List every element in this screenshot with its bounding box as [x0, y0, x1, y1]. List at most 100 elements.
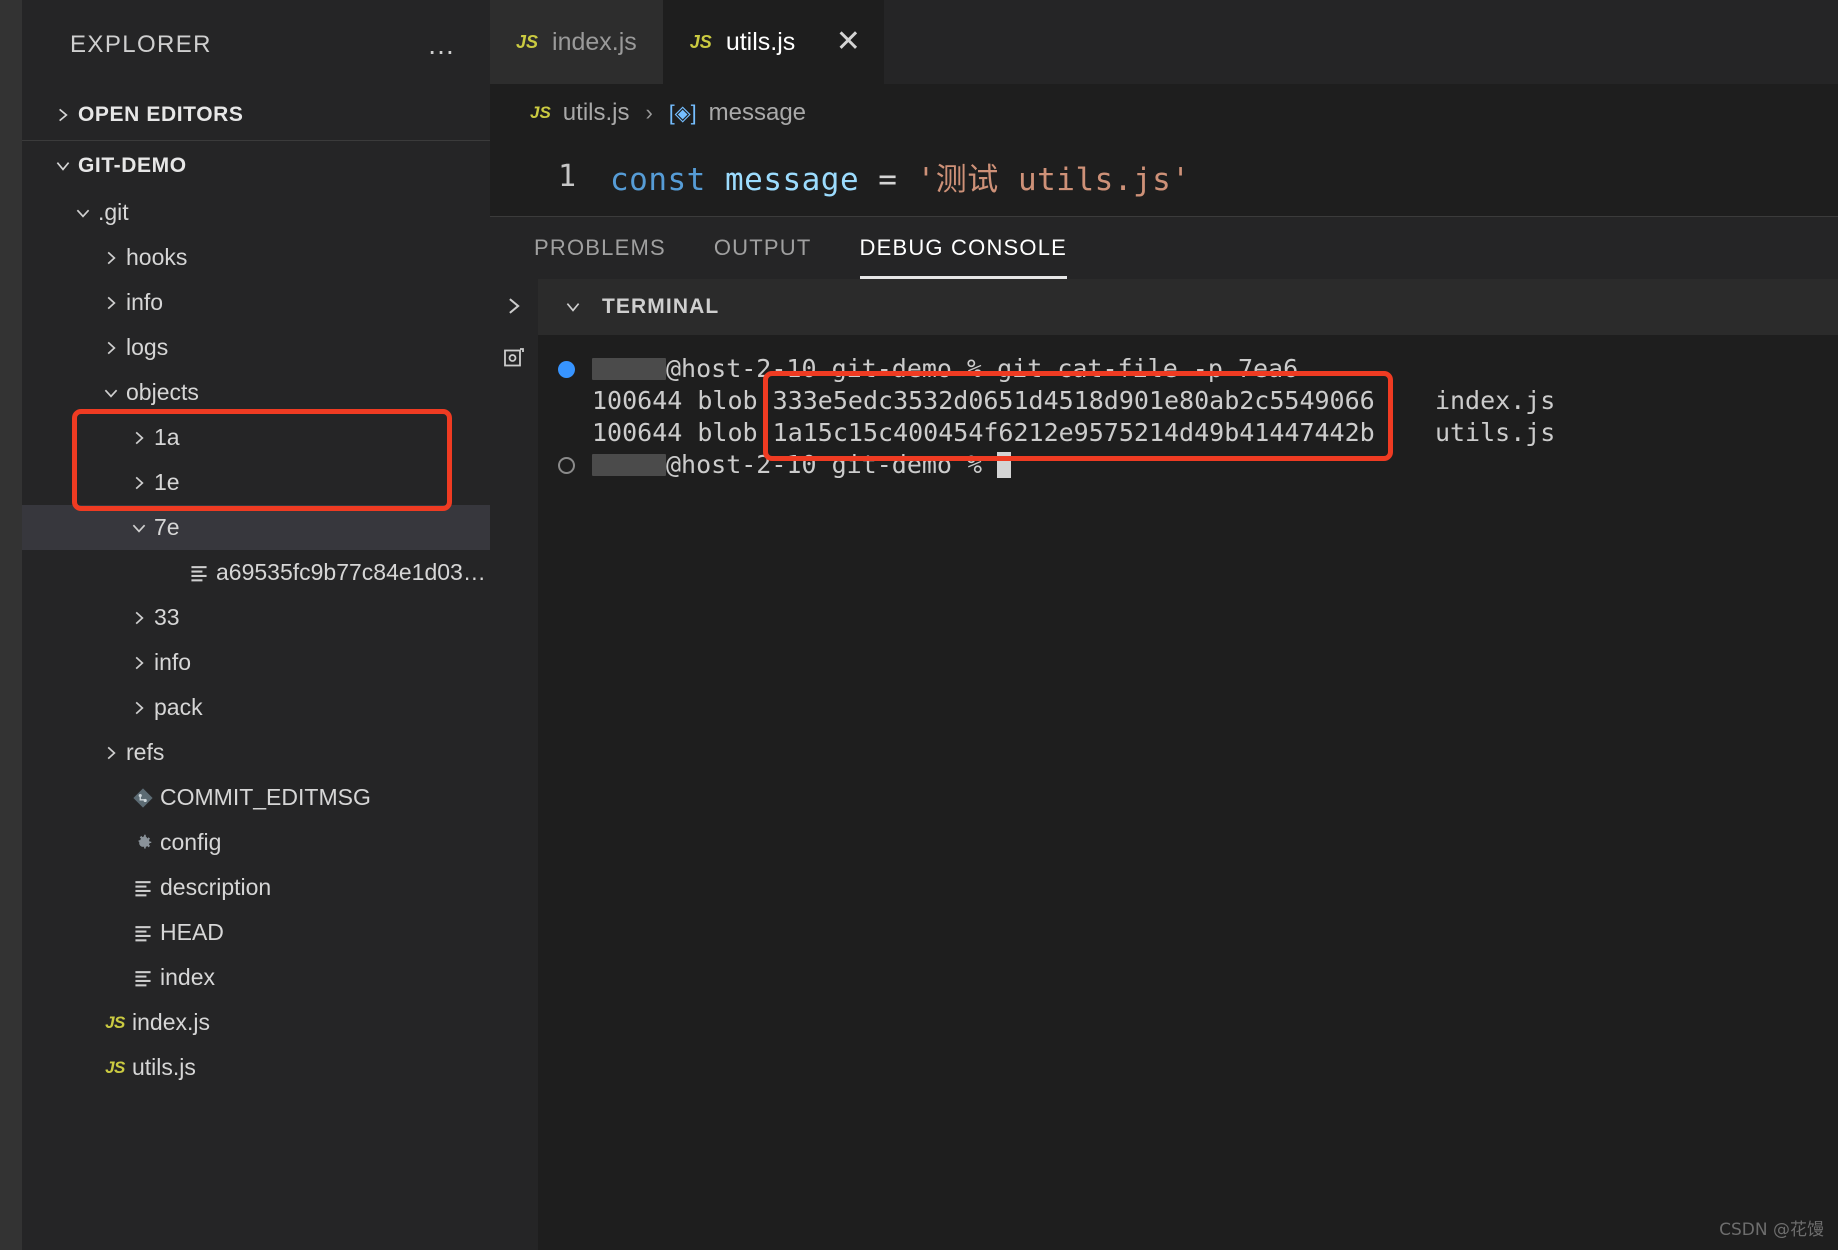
tab-label: utils.js [725, 27, 796, 56]
tree-item-label: HEAD [160, 919, 224, 945]
tree-item-33[interactable]: 33 [22, 595, 490, 640]
git-file-icon [126, 787, 160, 809]
bottom-panel: PROBLEMS OUTPUT DEBUG CONSOLE TERMINAL @… [490, 216, 1838, 1250]
terminal-gutter [490, 279, 538, 1250]
tree-item-index[interactable]: index [22, 955, 490, 1000]
chevron-right-icon [48, 106, 78, 124]
panel-tab-debug-console[interactable]: DEBUG CONSOLE [859, 217, 1068, 279]
breadcrumb-file[interactable]: utils.js [563, 99, 630, 127]
breadcrumb: JS utils.js › [◈] message [490, 84, 1838, 142]
chevron-down-icon [48, 157, 78, 175]
tree-item-refs[interactable]: refs [22, 730, 490, 775]
breadcrumb-symbol[interactable]: message [709, 99, 806, 127]
tree-item-label: objects [126, 379, 199, 405]
tree-item-index-js[interactable]: JS index.js [22, 1000, 490, 1045]
gear-icon [126, 832, 160, 854]
chevron-right-icon [96, 339, 126, 357]
tree-item-label: utils.js [132, 1054, 196, 1080]
chevron-right-icon [124, 699, 154, 717]
tree-item-info[interactable]: info [22, 280, 490, 325]
panel-tabbar: PROBLEMS OUTPUT DEBUG CONSOLE [490, 217, 1838, 279]
tab-index-js[interactable]: JS index.js [490, 0, 664, 84]
terminal-prompt-text: @host-2-10 git-demo % git cat-file -p 7e… [666, 354, 1299, 383]
open-editors-label: OPEN EDITORS [78, 103, 244, 126]
chevron-right-icon [124, 609, 154, 627]
tree-item-config[interactable]: config [22, 820, 490, 865]
file-icon [182, 562, 216, 584]
editor-area: JS index.js JS utils.js ✕ JS utils.js › [◈] … [490, 0, 1838, 1250]
object-type: blob [697, 418, 758, 447]
redacted-username [592, 454, 666, 476]
object-type: blob [697, 386, 758, 415]
code-token-keyword: const [610, 161, 706, 198]
terminal-label: TERMINAL [602, 295, 720, 318]
terminal-body[interactable]: TERMINAL @host-2-10 git-demo % git cat-f… [538, 279, 1838, 1250]
file-mode: 100644 [592, 386, 683, 415]
tree-item-label: 7e [154, 514, 180, 540]
redacted-username [592, 358, 666, 380]
tree-item-objects[interactable]: objects [22, 370, 490, 415]
chevron-right-icon[interactable] [503, 295, 525, 322]
chevron-right-icon [124, 429, 154, 447]
tree-item--git[interactable]: .git [22, 190, 490, 235]
tree-item-commit-editmsg[interactable]: COMMIT_EDITMSG [22, 775, 490, 820]
tree-item-utils-js[interactable]: JS utils.js [22, 1045, 490, 1090]
tree-item-pack[interactable]: pack [22, 685, 490, 730]
command-decoration-icon [558, 360, 592, 378]
tree-item-head[interactable]: HEAD [22, 910, 490, 955]
explorer-sidebar: EXPLORER … OPEN EDITORS GIT-DEMO .git hoo… [22, 0, 490, 1250]
explorer-header: EXPLORER … [22, 0, 490, 90]
terminal-section-header[interactable]: TERMINAL [538, 279, 1838, 335]
close-icon[interactable]: ✕ [831, 27, 865, 57]
terminal-output[interactable]: @host-2-10 git-demo % git cat-file -p 7e… [538, 335, 1838, 481]
chevron-right-icon [96, 249, 126, 267]
tree-item-hooks[interactable]: hooks [22, 235, 490, 280]
terminal-cursor [997, 452, 1012, 478]
object-hash: 333e5edc3532d0651d4518d901e80ab2c5549066 [772, 386, 1375, 415]
code-editor[interactable]: 1 const message = '测试 utils.js' [490, 142, 1838, 216]
tab-label: index.js [552, 27, 637, 56]
file-icon [126, 877, 160, 899]
tree-item-1a[interactable]: 1a [22, 415, 490, 460]
tree-item-label: COMMIT_EDITMSG [160, 784, 371, 810]
tab-utils-js[interactable]: JS utils.js ✕ [663, 0, 885, 84]
editor-tabbar: JS index.js JS utils.js ✕ [490, 0, 1838, 84]
code-content: const message = '测试 utils.js' [610, 154, 1190, 199]
file-mode: 100644 [592, 418, 683, 447]
tree-item-a69535fc9b77c84e1d033-[interactable]: a69535fc9b77c84e1d033… [22, 550, 490, 595]
code-token-operator: = [859, 161, 917, 198]
activity-bar[interactable] [0, 0, 22, 1250]
more-actions-icon[interactable]: … [423, 31, 462, 59]
tree-item-1e[interactable]: 1e [22, 460, 490, 505]
watermark: CSDN @花馒 [1719, 1220, 1824, 1240]
tree-item-logs[interactable]: logs [22, 325, 490, 370]
sidebar-section-open-editors[interactable]: OPEN EDITORS [22, 90, 490, 140]
tree-item-label: info [154, 649, 192, 675]
tree-item-label: index.js [132, 1009, 210, 1035]
panel-tab-problems[interactable]: PROBLEMS [534, 217, 666, 279]
sidebar-section-workspace[interactable]: GIT-DEMO [22, 140, 490, 190]
line-number: 1 [557, 158, 576, 194]
chevron-right-icon [96, 294, 126, 312]
debug-console-icon[interactable] [502, 346, 526, 375]
code-token-identifier: message [705, 161, 860, 198]
tree-item-description[interactable]: description [22, 865, 490, 910]
chevron-down-icon [124, 519, 154, 537]
tree-item-label: config [160, 829, 222, 855]
code-line-1: 1 const message = '测试 utils.js' [490, 150, 1838, 202]
breadcrumb-separator-icon: › [645, 100, 653, 125]
js-icon: JS [105, 1012, 125, 1032]
tree-item-label: description [160, 874, 272, 900]
tree-item-label: .git [98, 199, 129, 225]
chevron-right-icon [124, 474, 154, 492]
panel-tab-output[interactable]: OUTPUT [714, 217, 812, 279]
tree-item-7e[interactable]: 7e [22, 505, 490, 550]
tree-item-info[interactable]: info [22, 640, 490, 685]
object-hash: 1a15c15c400454f6212e9575214d49b41447442b [772, 418, 1375, 447]
js-icon: JS [516, 31, 539, 52]
variable-symbol-icon: [◈] [668, 101, 697, 125]
